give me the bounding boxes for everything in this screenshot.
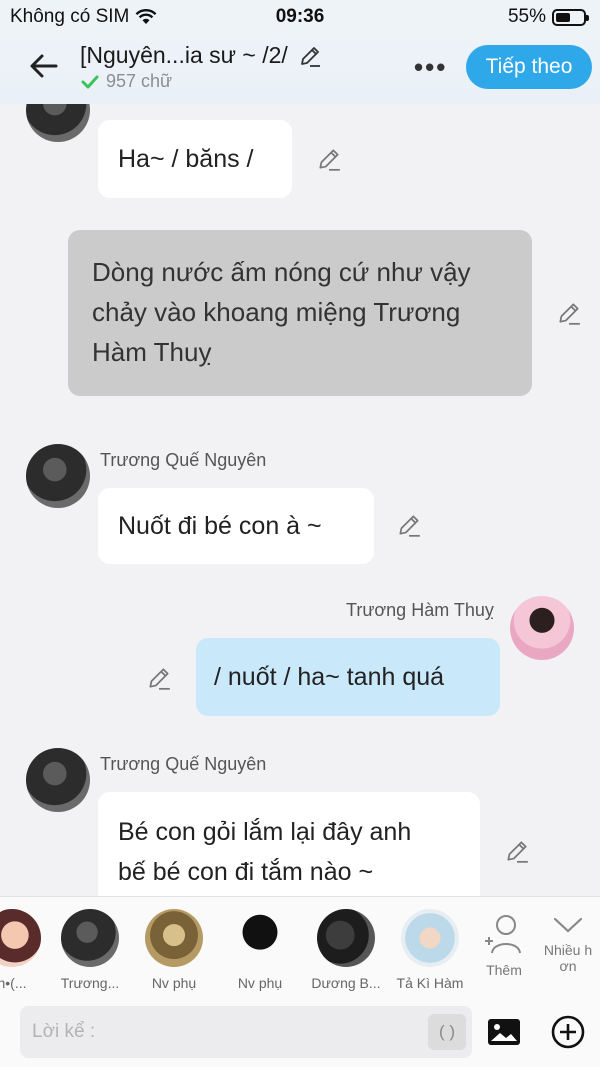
more-characters-label: Nhiều h: [543, 942, 593, 958]
speaker-name: Trương Quế Nguyên: [100, 754, 267, 774]
speaker-name: Trương Hàm Thuỵ: [346, 600, 494, 620]
narration-line: Dòng nước ấm nóng cứ như vậy: [92, 257, 471, 287]
image-icon[interactable]: [486, 1016, 522, 1048]
battery-level: [556, 12, 571, 22]
battery-icon: [552, 8, 589, 26]
avatar[interactable]: [510, 596, 574, 660]
character-name: Nv phụ: [237, 975, 283, 991]
character-avatar: [145, 909, 203, 967]
check-icon: [81, 75, 99, 88]
message-bubble[interactable]: / nuốt / ha~ tanh quá: [196, 638, 500, 716]
edit-icon[interactable]: [396, 512, 422, 538]
message-text: Ha~ / băns /: [118, 145, 254, 173]
more-options-button[interactable]: •••: [414, 52, 447, 83]
parentheses-button[interactable]: ( ): [428, 1014, 466, 1050]
narration-input-box[interactable]: ( ): [20, 1006, 472, 1058]
input-bar: ( ): [0, 998, 600, 1067]
character-name: Dương B...: [311, 975, 381, 991]
avatar[interactable]: [26, 748, 90, 812]
character-bar: n•(... Trương... Nv phụ Nv phụ Dương B..…: [0, 896, 600, 998]
add-character-label: Thêm: [486, 962, 522, 978]
character-item[interactable]: Dương B...: [304, 909, 388, 991]
chat-area[interactable]: Ha~ / băns / Dòng nước ấm nóng cứ như vậ…: [0, 104, 600, 896]
character-item[interactable]: Tả Kì Hàm: [388, 909, 472, 991]
more-characters-label: ơn: [559, 958, 577, 974]
character-avatar: [317, 909, 375, 967]
character-avatar: [401, 909, 459, 967]
more-characters-button[interactable]: Nhiều h ơn: [538, 911, 598, 974]
word-count: 957 chữ: [106, 71, 173, 91]
edit-icon[interactable]: [316, 146, 342, 172]
story-title[interactable]: [Nguyên...ia sư ~ /2/: [80, 42, 288, 69]
narration-input[interactable]: [32, 1006, 412, 1058]
character-item[interactable]: Nv phụ: [132, 909, 216, 991]
chevron-down-icon: [553, 917, 583, 933]
message-line: Bé con gỏi lắm lại đây anh: [118, 818, 412, 846]
edit-icon[interactable]: [504, 838, 530, 864]
title-area[interactable]: [Nguyên...ia sư ~ /2/ 957 chữ: [80, 42, 322, 92]
avatar[interactable]: [26, 444, 90, 508]
character-item[interactable]: n•(...: [0, 909, 54, 991]
add-character-button[interactable]: Thêm: [480, 911, 528, 978]
character-name: Nv phụ: [151, 975, 197, 991]
narration-line: chảy vào khoang miệng Trương: [92, 297, 461, 327]
character-name: Trương...: [60, 975, 120, 991]
message-bubble[interactable]: Bé con gỏi lắm lại đây anh bế bé con đi …: [98, 792, 480, 896]
avatar[interactable]: [26, 104, 90, 142]
character-avatar: [231, 909, 289, 967]
character-avatar: [0, 909, 41, 967]
character-avatar: [61, 909, 119, 967]
message-bubble[interactable]: Ha~ / băns /: [98, 120, 292, 198]
narration-line: Hàm Thuỵ: [92, 337, 212, 367]
character-item[interactable]: Nv phụ: [218, 909, 302, 991]
edit-title-icon[interactable]: [298, 44, 322, 68]
next-button[interactable]: Tiếp theo: [466, 45, 592, 89]
character-name: n•(...: [0, 975, 27, 991]
message-line: bế bé con đi tắm nào ~: [118, 858, 374, 886]
speaker-name: Trương Quế Nguyên: [100, 450, 267, 470]
message-text: / nuốt / ha~ tanh quá: [214, 663, 445, 691]
character-item[interactable]: Trương...: [48, 909, 132, 991]
back-arrow-icon[interactable]: [26, 48, 62, 84]
edit-icon[interactable]: [556, 300, 582, 326]
status-bar: Không có SIM 09:36 55%: [0, 0, 600, 34]
header: [Nguyên...ia sư ~ /2/ 957 chữ ••• Tiếp t…: [0, 34, 600, 104]
message-text: Nuốt đi bé con à ~: [118, 512, 322, 540]
edit-icon[interactable]: [146, 665, 172, 691]
message-bubble[interactable]: Nuốt đi bé con à ~: [98, 488, 374, 564]
battery-percent: 55%: [507, 6, 546, 27]
add-person-icon: [485, 915, 521, 954]
narration-bubble[interactable]: Dòng nước ấm nóng cứ như vậy chảy vào kh…: [68, 230, 532, 396]
add-circle-icon[interactable]: [550, 1014, 586, 1050]
character-name: Tả Kì Hàm: [396, 975, 464, 991]
